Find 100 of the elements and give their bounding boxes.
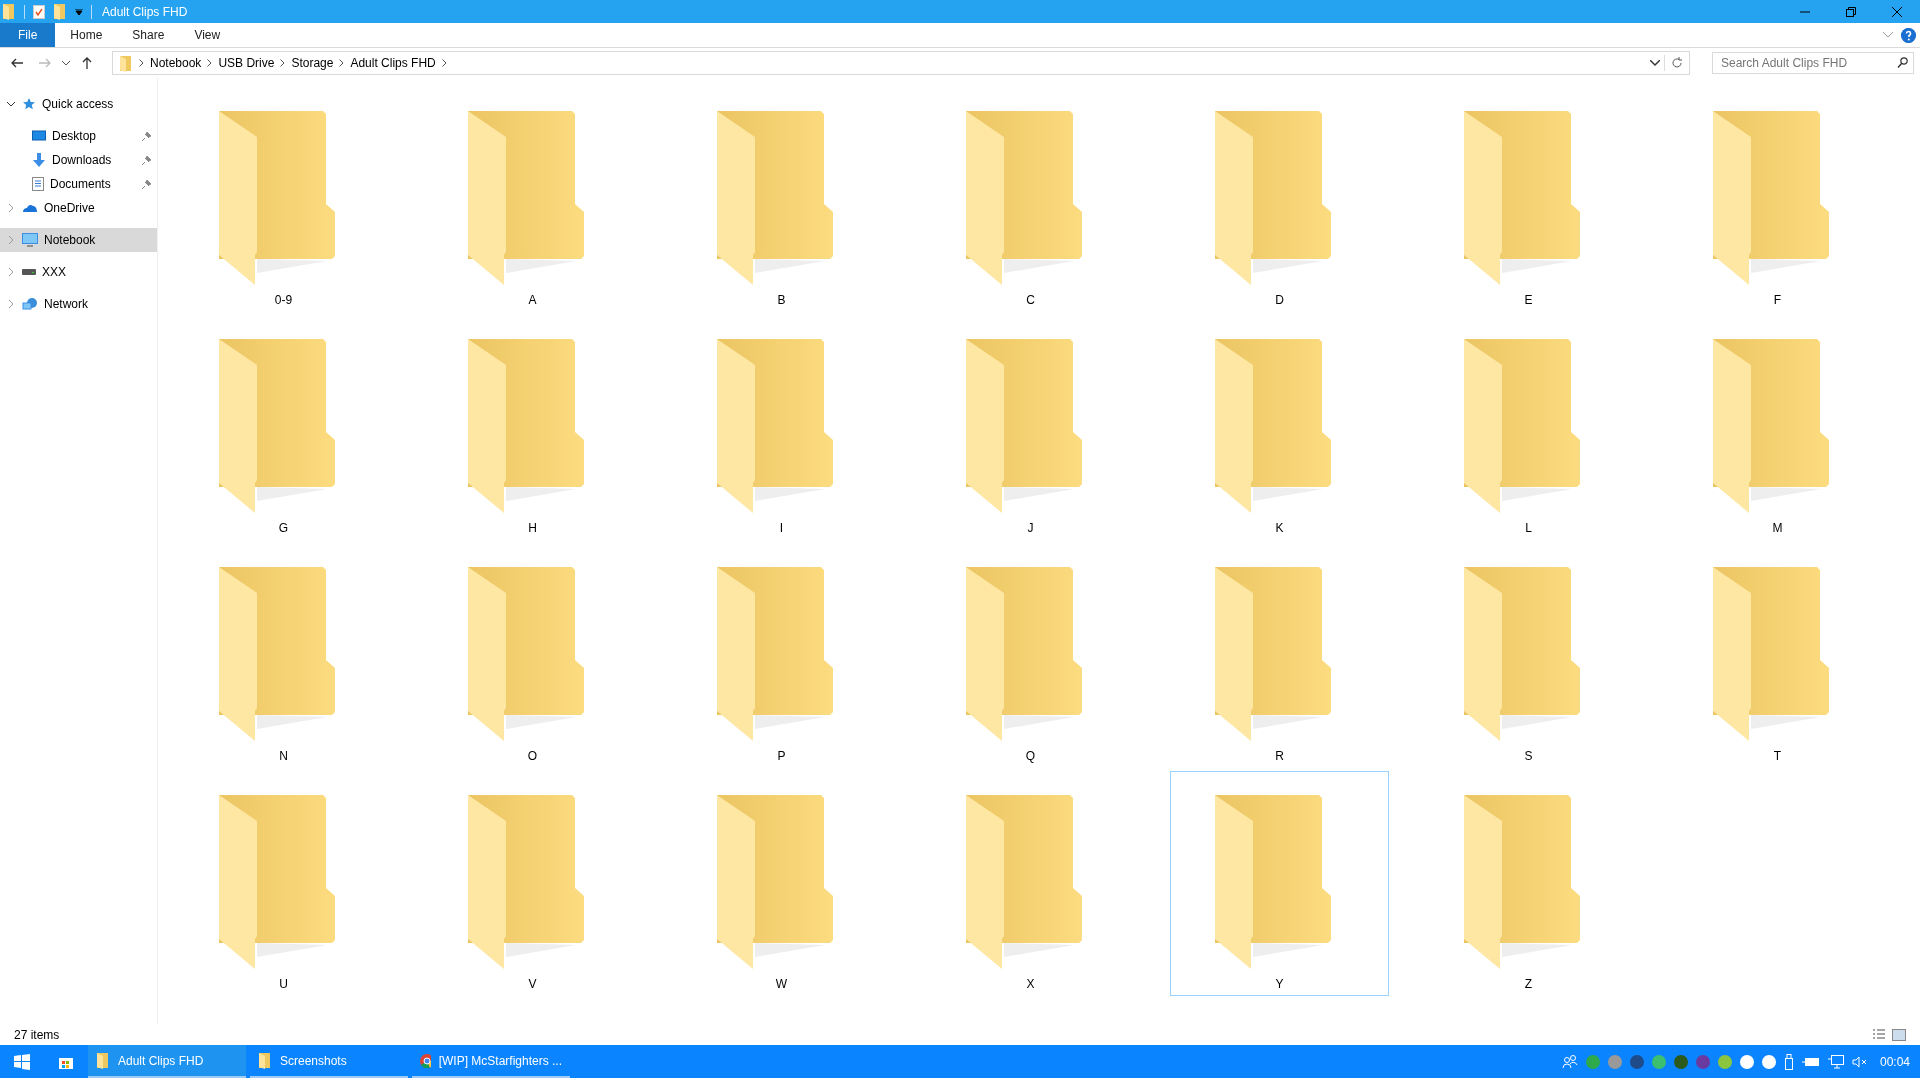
folder-item[interactable]: 0-9 <box>174 87 393 312</box>
network-status-icon[interactable] <box>1827 1054 1844 1069</box>
breadcrumb-item[interactable]: USB Drive <box>218 56 275 70</box>
ribbon-tab[interactable]: File <box>0 23 56 47</box>
forward-arrow-icon[interactable] <box>39 58 51 68</box>
folder-item[interactable]: B <box>672 87 891 312</box>
dropdown-icon[interactable] <box>1650 60 1660 66</box>
tray-app-icon[interactable] <box>1629 1054 1644 1069</box>
muted-speaker-icon[interactable] <box>1851 1055 1868 1068</box>
document-icon <box>32 177 44 191</box>
collapsed-chevron-icon[interactable] <box>6 235 16 245</box>
sidebar-item[interactable]: Notebook <box>0 228 157 252</box>
folder-item[interactable]: R <box>1170 543 1389 768</box>
sidebar-label: Quick access <box>42 97 114 111</box>
collapsed-chevron-icon[interactable] <box>6 267 16 277</box>
taskbar-item[interactable]: Screenshots <box>250 1045 408 1078</box>
windows-logo-icon[interactable] <box>14 1053 30 1070</box>
sidebar-item[interactable]: Downloads <box>0 148 157 172</box>
folder-item[interactable]: L <box>1419 315 1638 540</box>
up-arrow-icon[interactable] <box>82 57 92 69</box>
properties-icon[interactable] <box>33 4 45 19</box>
recent-locations-icon[interactable] <box>62 60 70 66</box>
people-icon[interactable] <box>1561 1054 1578 1069</box>
folder-item[interactable]: G <box>174 315 393 540</box>
ribbon-tab[interactable]: Share <box>117 23 180 47</box>
folder-item[interactable]: S <box>1419 543 1638 768</box>
folder-item[interactable]: M <box>1668 315 1887 540</box>
folder-name: Y <box>1275 977 1284 991</box>
restore-icon[interactable] <box>1846 6 1856 17</box>
large-icons-view-icon[interactable] <box>1892 1028 1906 1041</box>
expand-ribbon-icon[interactable] <box>1883 32 1893 38</box>
folder-name: Z <box>1524 977 1533 991</box>
caret-icon[interactable] <box>75 8 83 15</box>
tray-app-icon[interactable] <box>1739 1054 1754 1069</box>
taskbar-item[interactable]: [WIP] McStarfighters ... <box>412 1045 570 1078</box>
tray-app-icon[interactable] <box>1761 1054 1776 1069</box>
usb-icon[interactable] <box>1783 1053 1794 1070</box>
folder-name: X <box>1026 977 1035 991</box>
folder-item[interactable]: C <box>921 87 1140 312</box>
folder-item[interactable]: U <box>174 771 393 996</box>
ribbon-tab[interactable]: View <box>179 23 236 47</box>
sidebar-item[interactable]: Network <box>0 292 157 316</box>
help-icon[interactable] <box>1901 27 1916 43</box>
folder-item[interactable]: V <box>423 771 642 996</box>
breadcrumb-item[interactable]: Notebook <box>150 56 202 70</box>
sidebar-item[interactable]: Documents <box>0 172 157 196</box>
battery-icon[interactable] <box>1801 1056 1820 1067</box>
folder-name: K <box>1275 521 1284 535</box>
ribbon-tab[interactable]: Home <box>55 23 118 47</box>
breadcrumb-item[interactable]: Storage <box>291 56 334 70</box>
folder-item[interactable]: E <box>1419 87 1638 312</box>
folder-item[interactable]: Q <box>921 543 1140 768</box>
folder-item[interactable]: Y <box>1170 771 1389 996</box>
details-view-icon[interactable] <box>1872 1028 1886 1041</box>
sidebar-item[interactable]: OneDrive <box>0 196 157 220</box>
search-field[interactable]: Search Adult Clips FHD <box>1712 52 1914 74</box>
chevron-icon[interactable] <box>280 59 286 67</box>
folder-item[interactable]: N <box>174 543 393 768</box>
folder-item[interactable]: T <box>1668 543 1887 768</box>
address-bar[interactable]: Notebook USB Drive Storage Adult Clips FHD <box>112 51 1690 75</box>
chevron-icon[interactable] <box>139 59 144 67</box>
sidebar-item[interactable]: Quick access <box>0 92 157 116</box>
folder-item[interactable]: W <box>672 771 891 996</box>
folder-name: L <box>1525 521 1532 535</box>
folder-item[interactable]: O <box>423 543 642 768</box>
sidebar-item[interactable]: XXX <box>0 260 157 284</box>
folder-item[interactable]: P <box>672 543 891 768</box>
breadcrumb-item[interactable]: Adult Clips FHD <box>350 56 436 70</box>
clock[interactable]: 00:04 <box>1879 1054 1910 1069</box>
tray-app-icon[interactable] <box>1673 1054 1688 1069</box>
folder-item[interactable]: H <box>423 315 642 540</box>
collapsed-chevron-icon[interactable] <box>6 203 16 213</box>
close-icon[interactable] <box>1892 6 1902 17</box>
cloud-icon <box>22 203 38 213</box>
chevron-icon[interactable] <box>207 59 213 67</box>
new-folder-icon <box>53 3 67 20</box>
folder-item[interactable]: J <box>921 315 1140 540</box>
folder-item[interactable]: D <box>1170 87 1389 312</box>
folder-item[interactable]: K <box>1170 315 1389 540</box>
folder-item[interactable]: A <box>423 87 642 312</box>
folder-name: P <box>777 749 786 763</box>
chevron-icon[interactable] <box>339 59 345 67</box>
folder-item[interactable]: Z <box>1419 771 1638 996</box>
folder-name: J <box>1027 521 1034 535</box>
chevron-icon[interactable] <box>441 59 447 67</box>
collapsed-chevron-icon[interactable] <box>6 299 16 309</box>
minimize-icon[interactable] <box>1800 10 1810 13</box>
folder-item[interactable]: F <box>1668 87 1887 312</box>
folder-item[interactable]: I <box>672 315 891 540</box>
monitor-icon <box>32 130 46 142</box>
tray-app-icon[interactable] <box>1695 1054 1710 1069</box>
sidebar-label: Downloads <box>52 153 112 167</box>
item-count: 27 items <box>14 1027 60 1042</box>
back-arrow-icon[interactable] <box>11 58 23 68</box>
expanded-chevron-icon[interactable] <box>6 99 16 109</box>
sidebar-item[interactable]: Desktop <box>0 124 157 148</box>
sidebar-label: OneDrive <box>44 201 95 215</box>
folder-name: C <box>1026 293 1035 307</box>
folder-name: M <box>1772 521 1783 535</box>
folder-item[interactable]: X <box>921 771 1140 996</box>
